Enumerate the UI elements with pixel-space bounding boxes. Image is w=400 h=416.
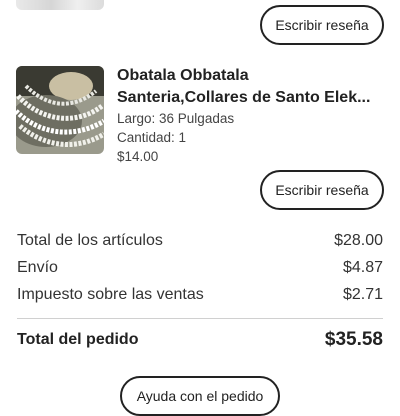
product-title-line1[interactable]: Obatala Obbatala <box>117 65 387 87</box>
product-price: $14.00 <box>117 149 159 164</box>
bead-necklace-image <box>16 66 104 154</box>
product-title-line2[interactable]: Santeria,Collares de Santo Elek... <box>117 87 387 109</box>
order-total-label: Total del pedido <box>17 331 139 348</box>
summary-row-items: Total de los artículos $28.00 <box>17 227 383 254</box>
product-length: Largo: 36 Pulgadas <box>117 111 235 126</box>
order-total-value: $35.58 <box>324 329 383 350</box>
items-total-value: $28.00 <box>334 231 383 249</box>
write-review-label-2: Escribir reseña <box>275 182 369 198</box>
items-total-label: Total de los artículos <box>17 231 163 249</box>
write-review-label: Escribir reseña <box>275 17 369 33</box>
write-review-button-2[interactable]: Escribir reseña <box>260 170 384 210</box>
previous-item-image[interactable] <box>16 0 104 10</box>
product-image[interactable] <box>16 66 104 154</box>
summary-row-shipping: Envío $4.87 <box>17 254 383 281</box>
summary-divider <box>17 318 383 319</box>
order-help-button[interactable]: Ayuda con el pedido <box>120 376 280 416</box>
tax-value: $2.71 <box>342 285 383 303</box>
shipping-value: $4.87 <box>342 258 383 276</box>
tax-label: Impuesto sobre las ventas <box>17 285 204 303</box>
order-total-row: Total del pedido $35.58 <box>17 325 383 355</box>
product-quantity: Cantidad: 1 <box>117 130 187 145</box>
shipping-label: Envío <box>17 258 58 276</box>
summary-row-tax: Impuesto sobre las ventas $2.71 <box>17 281 383 308</box>
order-help-label: Ayuda con el pedido <box>136 388 264 404</box>
write-review-button[interactable]: Escribir reseña <box>260 5 384 45</box>
